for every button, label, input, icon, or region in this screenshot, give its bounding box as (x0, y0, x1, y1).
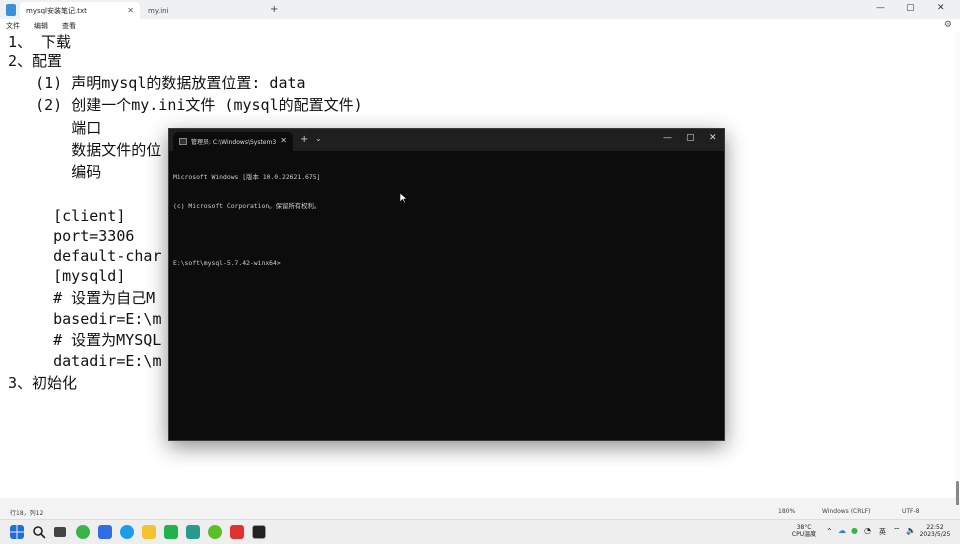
text-line: 编码 (8, 163, 102, 181)
text-line: [mysqld] (17, 267, 126, 285)
text-line: (2) 创建一个my.ini文件 (mysql的配置文件) (8, 96, 363, 114)
zoom-level[interactable]: 180% (778, 508, 795, 515)
maximize-icon[interactable]: ▢ (906, 3, 915, 13)
wifi-icon[interactable]: ⌔ (893, 526, 901, 536)
app-teal-icon[interactable] (186, 525, 200, 539)
terminal-window[interactable]: 管理员: C:\Windows\System3 ✕ + ⌄ — ▢ ✕ Micr… (168, 128, 725, 441)
line-ending[interactable]: Windows (CRLF) (822, 508, 871, 515)
tab-label: my.ini (148, 6, 169, 15)
clock-time: 22:52 (926, 524, 944, 531)
app-red-icon[interactable] (230, 525, 244, 539)
ime-indicator[interactable]: 英 (879, 527, 886, 537)
text-line: basedir=E:\m (17, 310, 162, 328)
text-line: # 设置为MYSQL (17, 331, 162, 349)
tab-mysql-notes[interactable]: mysql安装笔记.txt ✕ (20, 2, 140, 19)
text-line: (1) 声明mysql的数据放置位置: data (8, 74, 306, 92)
notepad-statusbar: 行18，列12 180% Windows (CRLF) UTF-8 (0, 505, 960, 519)
new-tab-button[interactable]: + (270, 4, 278, 15)
mouse-cursor-icon (400, 193, 407, 203)
notepad-menubar: 文件 编辑 查看 (0, 19, 960, 33)
terminal-line: (c) Microsoft Corporation。保留所有权利。 (173, 201, 321, 210)
app-green-icon[interactable] (164, 525, 178, 539)
edge-browser-icon[interactable] (120, 525, 134, 539)
terminal-prompt: E:\soft\mysql-5.7.42-winx64> (173, 258, 281, 267)
weather-widget[interactable]: 38°C CPU温度 (786, 524, 822, 538)
chevron-down-icon[interactable]: ⌄ (315, 134, 322, 143)
cursor-position: 行18，列12 (10, 510, 44, 517)
tab-label: mysql安装笔记.txt (26, 6, 87, 15)
tray-app-icon[interactable]: ● (851, 526, 858, 535)
text-line: 2、配置 (8, 52, 63, 70)
volume-icon[interactable]: 🔈 (906, 526, 916, 535)
clock[interactable]: 22:52 2023/5/25 (918, 524, 952, 538)
close-window-icon[interactable]: ✕ (937, 3, 945, 13)
text-line: 端口 (8, 119, 102, 137)
terminal-icon (179, 138, 187, 145)
gear-icon[interactable]: ⚙ (944, 20, 952, 30)
text-line: datadir=E:\m (17, 352, 162, 370)
cloud-icon[interactable]: ☁ (838, 526, 846, 535)
tab-my-ini[interactable]: my.ini (142, 2, 267, 19)
text-line: 3、初始化 (8, 374, 78, 392)
weather-temp: 38°C (796, 524, 812, 531)
search-icon[interactable] (32, 525, 46, 539)
task-view-icon[interactable] (54, 527, 66, 537)
terminal-tab[interactable]: 管理员: C:\Windows\System3 ✕ (173, 132, 293, 151)
new-tab-icon[interactable]: + (300, 134, 308, 145)
text-line: [client] (17, 207, 126, 225)
app-blue-icon[interactable] (98, 525, 112, 539)
terminal-output[interactable]: Microsoft Windows [版本 10.0.22621.675] (c… (173, 154, 320, 287)
text-line: port=3306 (17, 227, 135, 245)
encoding[interactable]: UTF-8 (902, 508, 920, 515)
file-explorer-icon[interactable] (142, 525, 156, 539)
app-lime-icon[interactable] (208, 525, 222, 539)
terminal-taskbar-icon[interactable] (252, 525, 266, 539)
text-line: 1、 下载 (8, 33, 72, 51)
vertical-scrollbar[interactable] (955, 33, 960, 521)
clock-date: 2023/5/25 (919, 531, 951, 538)
notepad-app-icon (6, 4, 16, 16)
minimize-icon[interactable]: — (663, 133, 672, 143)
network-icon[interactable]: ◔ (864, 526, 871, 535)
terminal-line: Microsoft Windows [版本 10.0.22621.675] (173, 173, 321, 181)
text-line: default-char (17, 247, 162, 265)
close-window-icon[interactable]: ✕ (709, 133, 717, 143)
weather-label: CPU温度 (791, 531, 817, 538)
menu-view[interactable]: 查看 (62, 21, 76, 31)
minimize-icon[interactable]: — (876, 3, 885, 13)
terminal-titlebar: 管理员: C:\Windows\System3 ✕ + ⌄ — ▢ ✕ (169, 129, 724, 151)
chevron-up-icon[interactable]: ⌃ (826, 527, 833, 536)
terminal-tab-title: 管理员: C:\Windows\System3 (191, 139, 277, 146)
close-icon[interactable]: ✕ (280, 136, 287, 145)
taskbar: 38°C CPU温度 ⌃ ☁ ● ◔ 英 ⌔ 🔈 22:52 2023/5/25 (0, 519, 960, 544)
text-line: 数据文件的位 (8, 141, 162, 159)
wechat-icon[interactable] (76, 525, 90, 539)
menu-file[interactable]: 文件 (6, 21, 20, 31)
text-line: # 设置为自己M (17, 289, 156, 307)
menu-edit[interactable]: 编辑 (34, 21, 48, 31)
windows-start-icon[interactable] (10, 525, 24, 539)
notepad-tab-bar: mysql安装笔记.txt ✕ my.ini + — ▢ ✕ (0, 0, 960, 19)
close-icon[interactable]: ✕ (127, 6, 134, 15)
maximize-icon[interactable]: ▢ (686, 133, 695, 143)
